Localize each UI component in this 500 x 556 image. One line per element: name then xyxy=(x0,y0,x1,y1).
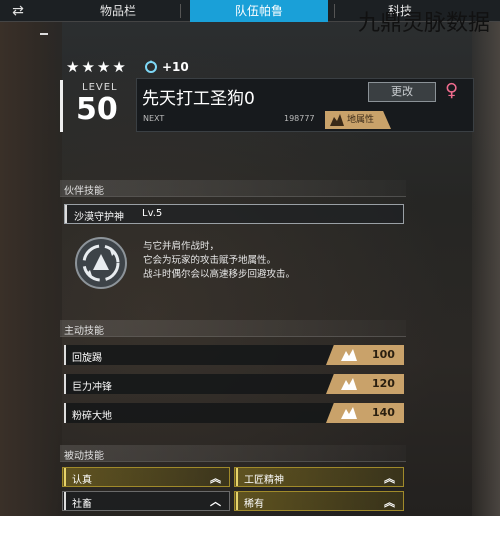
tab-party-pals[interactable]: 队伍帕鲁 xyxy=(190,0,328,22)
rename-button[interactable]: 更改 xyxy=(368,82,436,102)
watermark-strip xyxy=(0,516,500,556)
section-divider xyxy=(60,336,406,337)
next-exp-value: 198777 xyxy=(284,114,315,123)
skill-accent-bar xyxy=(64,374,66,394)
stat-bonus: +10 xyxy=(162,60,189,74)
passive-accent-bar xyxy=(236,492,238,510)
partner-skill-desc-line: 它会为玩家的攻击赋予地属性。 xyxy=(143,255,277,266)
background-left-scenery xyxy=(0,18,62,516)
swap-arrows-icon[interactable]: ⇄ xyxy=(8,2,28,20)
shield-swirl-icon xyxy=(75,237,127,289)
passive-rank-icon: ︽ xyxy=(210,472,221,485)
active-skill-name: 巨力冲锋 xyxy=(72,382,112,393)
passive-accent-bar xyxy=(236,468,238,486)
background-right-scenery xyxy=(472,18,500,516)
active-skills-title: 主动技能 xyxy=(64,326,104,337)
active-skill-name: 回旋踢 xyxy=(72,353,102,364)
watermark-text: 九鼎灵脉数据 xyxy=(357,11,490,36)
passive-accent-bar xyxy=(64,492,66,510)
female-gender-icon: ♀ xyxy=(445,80,459,101)
partner-skill-desc-line: 与它并肩作战时， xyxy=(143,241,220,252)
collapse-dash xyxy=(40,33,48,35)
next-exp-label: NEXT xyxy=(143,114,165,123)
partner-skill-level: Lv.5 xyxy=(142,208,163,219)
ground-element-icon xyxy=(341,349,357,361)
passive-rank-icon: ︽ xyxy=(384,496,395,509)
skill-power-value: 100 xyxy=(372,348,395,361)
passive-accent-bar xyxy=(64,468,66,486)
ground-element-icon xyxy=(341,407,357,419)
skill-power-value: 140 xyxy=(372,406,395,419)
tab-inventory[interactable]: 物品栏 xyxy=(62,0,174,22)
tab-divider xyxy=(180,4,181,18)
passive-skill-name: 认真 xyxy=(72,475,92,486)
ground-element-icon xyxy=(330,114,344,126)
soul-orb-icon xyxy=(145,60,157,73)
passive-skill-name: 稀有 xyxy=(244,499,264,510)
level-accent-bar xyxy=(60,80,63,132)
passive-skill-name: 社畜 xyxy=(72,499,92,510)
section-divider xyxy=(60,461,406,462)
partner-skill-desc-line: 战斗时偶尔会以高速移步回避攻击。 xyxy=(143,269,296,280)
skill-accent-bar xyxy=(64,345,66,365)
rank-stars: ★★★★ xyxy=(66,58,128,76)
section-header-bg xyxy=(60,445,406,461)
passive-rank-icon: ︿ xyxy=(210,495,221,508)
level-value: 50 xyxy=(76,92,118,127)
passive-skill-name: 工匠精神 xyxy=(244,475,284,486)
level-display: LEVEL 50 xyxy=(60,80,130,132)
passive-skills-title: 被动技能 xyxy=(64,451,104,462)
active-skill-name: 粉碎大地 xyxy=(72,411,112,422)
ground-element-icon xyxy=(341,378,357,390)
tab-divider xyxy=(334,4,335,18)
skill-accent-bar xyxy=(64,403,66,423)
partner-skill-title: 伙伴技能 xyxy=(64,186,104,197)
partner-skill-accent xyxy=(65,205,67,223)
skill-power-value: 120 xyxy=(372,377,395,390)
section-header-bg xyxy=(60,320,406,336)
pal-nickname: 先天打工圣狗0 xyxy=(142,89,255,109)
section-header-bg xyxy=(60,180,406,196)
passive-rank-icon: ︽ xyxy=(384,472,395,485)
partner-skill-name: 沙漠守护神 xyxy=(74,212,124,223)
section-divider xyxy=(60,196,406,197)
